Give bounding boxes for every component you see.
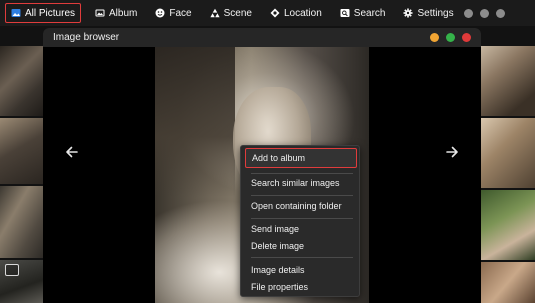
nav-scene-label: Scene xyxy=(223,7,252,19)
thumbnail[interactable] xyxy=(481,46,535,116)
face-icon xyxy=(155,8,165,18)
thumbnail[interactable] xyxy=(481,118,535,188)
nav-face-label: Face xyxy=(169,7,192,19)
menu-item-add-to-album[interactable]: Add to album xyxy=(245,148,357,168)
search-icon xyxy=(340,8,350,18)
image-browser-title: Image browser xyxy=(53,32,120,43)
nav-search[interactable]: Search xyxy=(336,3,390,23)
context-menu: Add to album Search similar images Open … xyxy=(240,145,360,297)
app-maximize-button[interactable] xyxy=(479,8,489,18)
nav-search-label: Search xyxy=(353,7,386,19)
image-thumb-icon xyxy=(5,264,19,276)
left-thumbnail-strip xyxy=(0,46,43,303)
image-browser-titlebar: Image browser xyxy=(43,28,481,47)
right-thumbnail-strip xyxy=(481,46,535,303)
thumbnail[interactable] xyxy=(0,186,43,258)
album-icon xyxy=(95,8,105,18)
chevron-right-icon xyxy=(446,146,458,158)
menu-separator xyxy=(251,257,353,258)
thumbnail[interactable] xyxy=(481,262,535,303)
thumbnail[interactable] xyxy=(0,46,43,116)
close-button[interactable] xyxy=(462,33,471,42)
window-controls xyxy=(430,33,471,42)
thumbnail[interactable] xyxy=(0,118,43,184)
thumbnail[interactable] xyxy=(481,190,535,260)
picture-icon xyxy=(11,8,21,18)
next-image-button[interactable] xyxy=(443,143,461,161)
menu-item-search-similar[interactable]: Search similar images xyxy=(245,173,357,193)
thumbnail[interactable] xyxy=(0,260,43,303)
maximize-button[interactable] xyxy=(446,33,455,42)
nav-album-label: Album xyxy=(109,7,138,19)
chevron-left-icon xyxy=(66,146,78,158)
nav-location[interactable]: Location xyxy=(266,3,326,23)
nav-album[interactable]: Album xyxy=(91,3,141,23)
nav-settings-label: Settings xyxy=(417,7,454,19)
previous-image-button[interactable] xyxy=(63,143,81,161)
app-minimize-button[interactable] xyxy=(463,8,473,18)
menu-item-delete-image[interactable]: Delete image xyxy=(245,236,357,256)
minimize-button[interactable] xyxy=(430,33,439,42)
nav-all-pictures-label: All Pictures xyxy=(25,7,76,19)
app-close-button[interactable] xyxy=(495,8,505,18)
menu-item-open-folder[interactable]: Open containing folder xyxy=(245,196,357,216)
location-icon xyxy=(270,8,280,18)
nav-location-label: Location xyxy=(283,7,322,19)
nav-scene[interactable]: Scene xyxy=(206,3,256,23)
photo-manager-app: All Pictures Album Face Scene Location S… xyxy=(0,0,535,303)
nav-all-pictures[interactable]: All Pictures xyxy=(5,3,82,23)
nav-face[interactable]: Face xyxy=(151,3,195,23)
scene-icon xyxy=(210,8,220,18)
app-window-controls xyxy=(463,8,505,18)
menu-item-file-properties[interactable]: File properties xyxy=(245,277,357,297)
gear-icon xyxy=(403,8,413,18)
top-nav-bar: All Pictures Album Face Scene Location S… xyxy=(0,0,535,26)
nav-settings[interactable]: Settings xyxy=(399,3,457,23)
